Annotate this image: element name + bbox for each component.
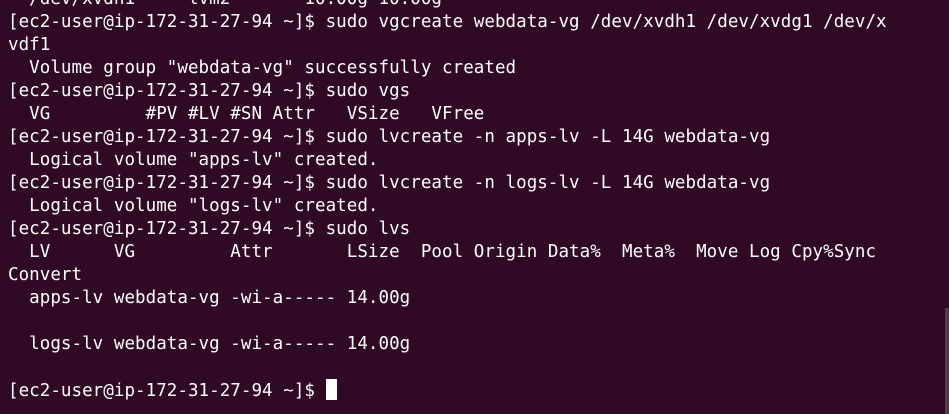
terminal-line: logs-lv webdata-vg -wi-a----- 14.00g <box>8 334 411 354</box>
terminal-line: vdf1 <box>8 35 51 55</box>
terminal-line: Convert <box>8 265 83 285</box>
terminal-line: VG #PV #LV #SN Attr VSize VFree <box>8 104 485 124</box>
prompt-line[interactable]: [ec2-user@ip-172-31-27-94 ~]$ <box>8 379 949 402</box>
terminal-line: [ec2-user@ip-172-31-27-94 ~]$ sudo vgs <box>8 81 411 101</box>
shell-prompt: [ec2-user@ip-172-31-27-94 ~]$ <box>8 381 326 401</box>
terminal-line: [ec2-user@ip-172-31-27-94 ~]$ sudo lvcre… <box>8 127 771 147</box>
terminal-line: LV VG Attr LSize Pool Origin Data% Meta%… <box>8 242 877 262</box>
terminal-line: /dev/xvdh1 lvm2 --- 10.00g 10.00g <box>8 0 949 11</box>
terminal-window[interactable]: /dev/xvdh1 lvm2 --- 10.00g 10.00g [ec2-u… <box>0 0 949 414</box>
terminal-line: Logical volume "apps-lv" created. <box>8 150 379 170</box>
terminal-line: apps-lv webdata-vg -wi-a----- 14.00g <box>8 288 411 308</box>
terminal-line: [ec2-user@ip-172-31-27-94 ~]$ sudo lvcre… <box>8 173 771 193</box>
terminal-line: [ec2-user@ip-172-31-27-94 ~]$ sudo vgcre… <box>8 12 887 32</box>
terminal-line: [ec2-user@ip-172-31-27-94 ~]$ sudo lvs <box>8 219 411 239</box>
scrollbar[interactable] <box>945 0 949 414</box>
scrollbar-thumb[interactable] <box>945 308 949 414</box>
terminal-line: Volume group "webdata-vg" successfully c… <box>8 58 517 78</box>
text-cursor <box>325 379 337 400</box>
terminal-line: Logical volume "logs-lv" created. <box>8 196 379 216</box>
terminal-output: /dev/xvdh1 lvm2 --- 10.00g 10.00g [ec2-u… <box>8 0 949 402</box>
